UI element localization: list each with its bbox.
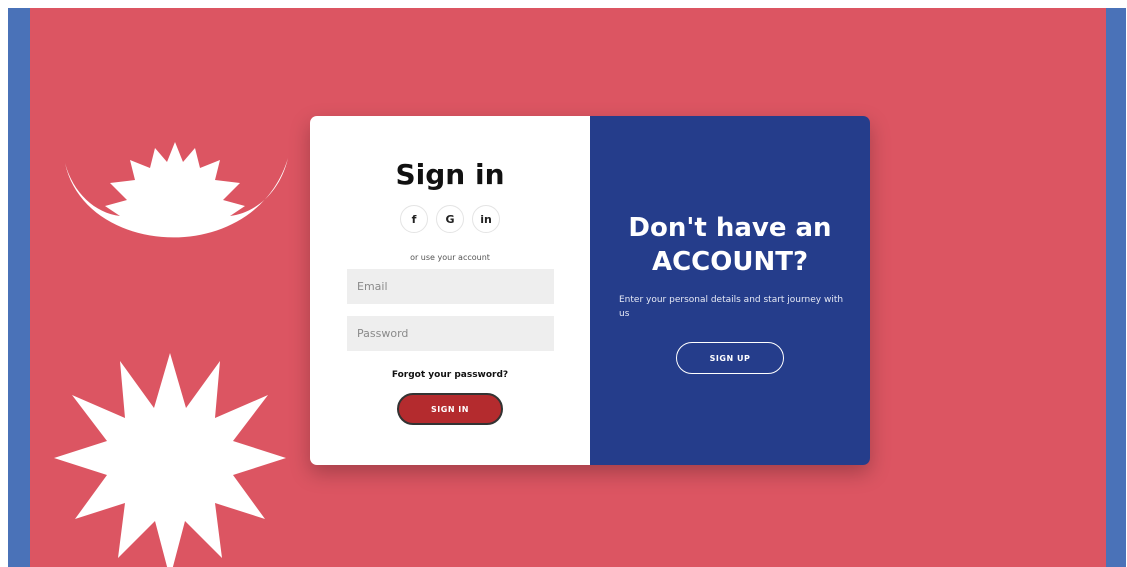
sign-up-button[interactable]: SIGN UP [676, 342, 784, 374]
login-card: Sign in f G in or use your account Forgo… [310, 116, 870, 465]
page-frame: Sign in f G in or use your account Forgo… [8, 8, 1126, 567]
crescent-moon-emblem [65, 142, 288, 238]
signup-title: Don't have an ACCOUNT? [590, 211, 870, 279]
signup-description: Enter your personal details and start jo… [619, 295, 844, 319]
signup-title-line1: Don't have an [628, 213, 832, 243]
signup-panel: Don't have an ACCOUNT? Enter your person… [590, 116, 870, 465]
signup-title-line2: ACCOUNT? [651, 247, 809, 277]
sun-emblem [54, 353, 286, 567]
facebook-icon[interactable]: f [400, 205, 428, 233]
forgot-password-link[interactable]: Forgot your password? [310, 370, 590, 380]
social-buttons: f G in [310, 205, 590, 233]
signin-panel: Sign in f G in or use your account Forgo… [310, 116, 590, 465]
alt-signin-text: or use your account [410, 253, 490, 262]
nepal-flag-background: Sign in f G in or use your account Forgo… [30, 8, 1106, 567]
sign-in-button[interactable]: SIGN IN [397, 393, 503, 425]
google-icon[interactable]: G [436, 205, 464, 233]
email-field[interactable] [347, 269, 554, 304]
linkedin-icon[interactable]: in [472, 205, 500, 233]
signin-title: Sign in [395, 158, 505, 191]
password-field[interactable] [347, 316, 554, 351]
